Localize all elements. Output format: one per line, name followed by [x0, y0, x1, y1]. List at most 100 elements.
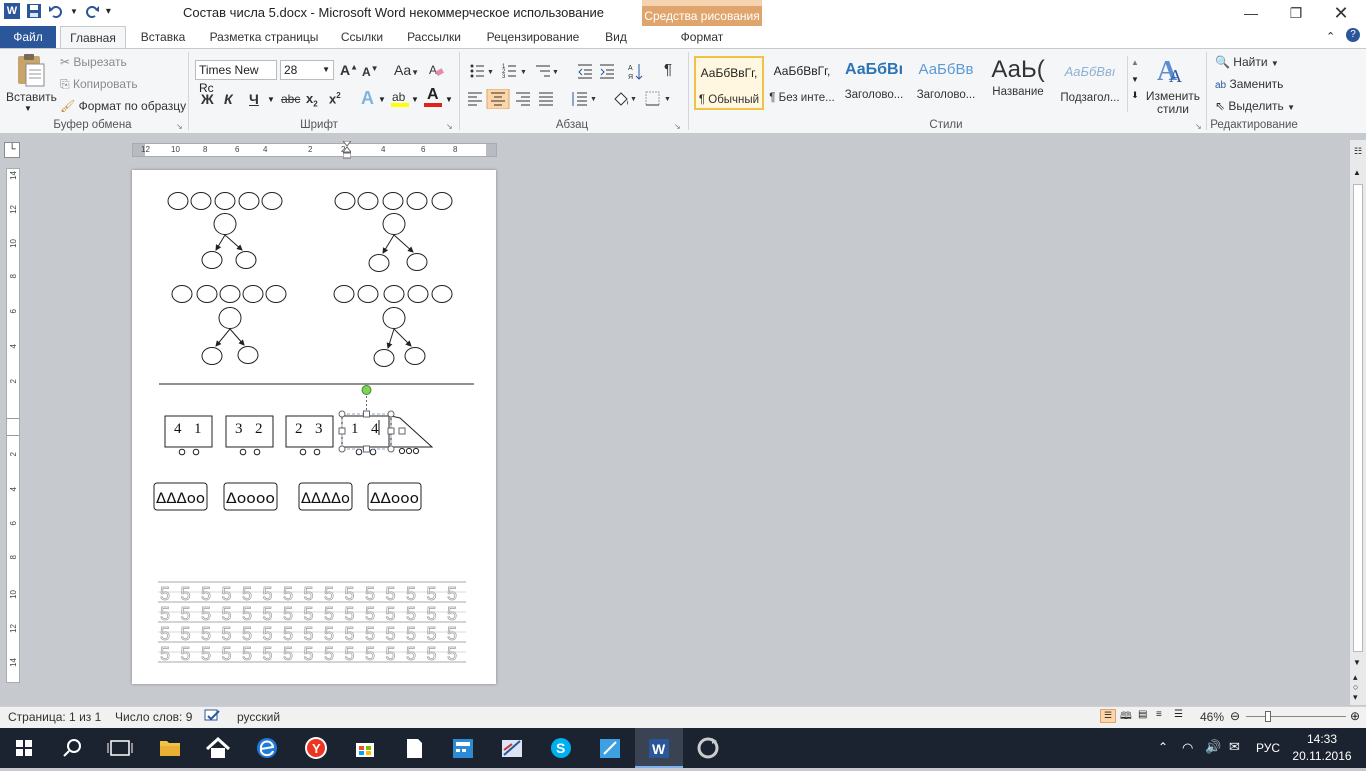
font-size-dropdown-icon[interactable]: ▼ — [322, 61, 330, 79]
next-page-icon[interactable]: ▾ — [1353, 692, 1358, 703]
format-painter-button[interactable]: 🖌 Формат по образцу — [60, 99, 186, 113]
paste-icon[interactable] — [12, 52, 48, 88]
font-color-dropdown-icon[interactable]: ▼ — [445, 95, 453, 104]
superscript-button[interactable]: x2 — [329, 91, 341, 106]
select-button[interactable]: ⇖ Выделить ▼ — [1215, 99, 1295, 113]
zoom-level[interactable]: 46% — [1200, 710, 1224, 724]
taskbar-store[interactable] — [341, 728, 389, 768]
word-count[interactable]: Число слов: 9 — [115, 710, 192, 724]
highlight-dropdown-icon[interactable]: ▼ — [411, 95, 419, 104]
highlighter-icon[interactable]: ab — [391, 88, 409, 108]
wifi-icon[interactable]: ◠ — [1182, 740, 1193, 756]
vertical-scrollbar[interactable]: ☷ ▲ ▼ ▴ ○ ▾ — [1350, 140, 1366, 705]
document-page[interactable]: 4 1 3 2 2 3 1 4 ΔΔΔoo Δoooo ΔΔΔΔo ΔΔooo 5 5 5 5 5 5 5 5 5 5 5 5… — [132, 170, 496, 684]
text-effects-button[interactable]: A — [361, 88, 374, 109]
change-styles-icon[interactable]: AA — [1155, 54, 1191, 87]
browse-object-icon[interactable]: ○ — [1353, 682, 1358, 692]
style-normal[interactable]: АаБбВвГг, ¶ Обычный — [694, 56, 764, 110]
undo-icon[interactable] — [48, 3, 64, 19]
tab-file[interactable]: Файл — [0, 26, 56, 48]
copy-button[interactable]: ⎘ Копировать — [60, 77, 138, 92]
print-layout-icon[interactable]: ☰ — [1100, 709, 1116, 723]
styles-gallery-scroll[interactable]: ▲ ▼ ⬇ — [1127, 56, 1142, 112]
font-launcher-icon[interactable]: ↘ — [446, 122, 453, 131]
text-effects-dropdown-icon[interactable]: ▼ — [378, 95, 386, 104]
gallery-more-icon[interactable]: ⬇ — [1128, 90, 1142, 101]
tab-view[interactable]: Вид — [596, 26, 636, 48]
taskbar-sync[interactable] — [684, 728, 732, 768]
shrink-font-button[interactable]: A▼ — [362, 64, 379, 79]
italic-button[interactable]: К — [224, 91, 233, 107]
customize-qat-icon[interactable]: ▾ — [106, 6, 111, 17]
underline-dropdown-icon[interactable]: ▼ — [267, 95, 275, 104]
collapse-ribbon-icon[interactable]: ⌃ — [1326, 30, 1335, 43]
view-ruler-icon[interactable]: ☷ — [1352, 146, 1364, 158]
subscript-button[interactable]: x2 — [306, 91, 318, 109]
zoom-out-icon[interactable]: ⊖ — [1230, 709, 1240, 723]
taskbar-word[interactable]: W — [635, 728, 683, 768]
restore-button[interactable]: ❐ — [1273, 0, 1319, 26]
bold-button[interactable]: Ж — [201, 91, 214, 107]
taskbar-calculator[interactable] — [439, 728, 487, 768]
proofing-icon[interactable] — [204, 709, 222, 723]
style-heading-1[interactable]: АаБбВı Заголово... — [839, 56, 909, 110]
help-icon[interactable]: ? — [1346, 28, 1360, 42]
tab-review[interactable]: Рецензирование — [478, 26, 588, 48]
zoom-in-icon[interactable]: ⊕ — [1350, 709, 1360, 723]
paragraph-launcher-icon[interactable]: ↘ — [674, 122, 681, 131]
style-heading-2[interactable]: АаБбВв Заголово... — [911, 56, 981, 110]
zoom-slider-track[interactable] — [1246, 716, 1346, 717]
font-size-combo[interactable]: 28 ▼ — [280, 60, 334, 80]
scroll-up-icon[interactable]: ▲ — [1353, 168, 1361, 177]
volume-icon[interactable]: 🔊 — [1205, 739, 1221, 755]
draft-icon[interactable]: ☰ — [1174, 709, 1183, 720]
tab-insert[interactable]: Вставка — [134, 26, 192, 48]
redo-icon[interactable] — [84, 3, 100, 19]
page-count[interactable]: Страница: 1 из 1 — [8, 710, 101, 724]
show-hidden-icons[interactable]: ⌃ — [1158, 740, 1168, 754]
style-title[interactable]: АаЬ( Название — [983, 56, 1053, 110]
strikethrough-button[interactable]: abc — [281, 92, 300, 106]
font-name-combo[interactable]: Times New Rc — [195, 60, 277, 95]
gallery-up-icon[interactable]: ▲ — [1128, 58, 1142, 67]
taskbar-drawing-app[interactable] — [488, 728, 536, 768]
clipboard-launcher-icon[interactable]: ↘ — [176, 122, 183, 131]
taskbar-edge[interactable] — [243, 728, 291, 768]
styles-launcher-icon[interactable]: ↘ — [1195, 122, 1202, 131]
taskbar-file-explorer[interactable] — [146, 728, 194, 768]
undo-dropdown-icon[interactable]: ▼ — [70, 7, 78, 16]
taskbar-home[interactable] — [194, 728, 242, 768]
minimize-button[interactable]: — — [1228, 0, 1274, 26]
search-button[interactable] — [48, 728, 96, 768]
task-view-button[interactable] — [96, 728, 144, 768]
input-language[interactable]: РУС — [1256, 741, 1280, 755]
replace-button[interactable]: ab Заменить — [1215, 77, 1283, 91]
full-screen-reading-icon[interactable]: 🕮 — [1120, 709, 1132, 726]
clock-date[interactable]: 20.11.2016 — [1290, 749, 1354, 763]
scroll-down-icon[interactable]: ▼ — [1353, 658, 1361, 667]
taskbar-notes[interactable] — [586, 728, 634, 768]
style-no-spacing[interactable]: АаБбВвГг, ¶ Без инте... — [767, 56, 837, 110]
tab-references[interactable]: Ссылки — [334, 26, 390, 48]
find-button[interactable]: 🔍 Найти ▼ — [1215, 55, 1279, 69]
taskbar-skype[interactable]: S — [537, 728, 585, 768]
font-color-button[interactable]: A — [424, 86, 442, 108]
tab-format[interactable]: Формат — [662, 26, 742, 48]
taskbar-yandex-browser[interactable]: Y — [292, 728, 340, 768]
outline-icon[interactable]: ≡ — [1156, 709, 1162, 720]
scroll-thumb[interactable] — [1353, 184, 1363, 652]
tab-page-layout[interactable]: Разметка страницы — [202, 26, 326, 48]
show-formatting-button[interactable]: ¶ — [664, 61, 672, 78]
gallery-down-icon[interactable]: ▼ — [1128, 75, 1142, 84]
change-styles-button[interactable]: Изменить стили — [1145, 90, 1201, 116]
clock-time[interactable]: 14:33 — [1297, 732, 1347, 746]
horizontal-ruler[interactable]: 12 10 8 6 4 2 2 4 6 8 — [132, 143, 497, 157]
notifications-icon[interactable]: ✉ — [1229, 739, 1240, 755]
tab-home[interactable]: Главная — [60, 26, 126, 48]
word-app-icon[interactable]: W — [4, 3, 20, 19]
grow-font-button[interactable]: A▲ — [340, 62, 358, 78]
zoom-slider-thumb[interactable] — [1265, 711, 1271, 722]
clear-formatting-icon[interactable]: A — [428, 62, 444, 78]
vertical-ruler[interactable]: 14 12 10 8 6 4 2 2 4 6 8 10 12 14 — [6, 168, 20, 683]
cut-button[interactable]: ✂ Вырезать — [60, 55, 127, 69]
